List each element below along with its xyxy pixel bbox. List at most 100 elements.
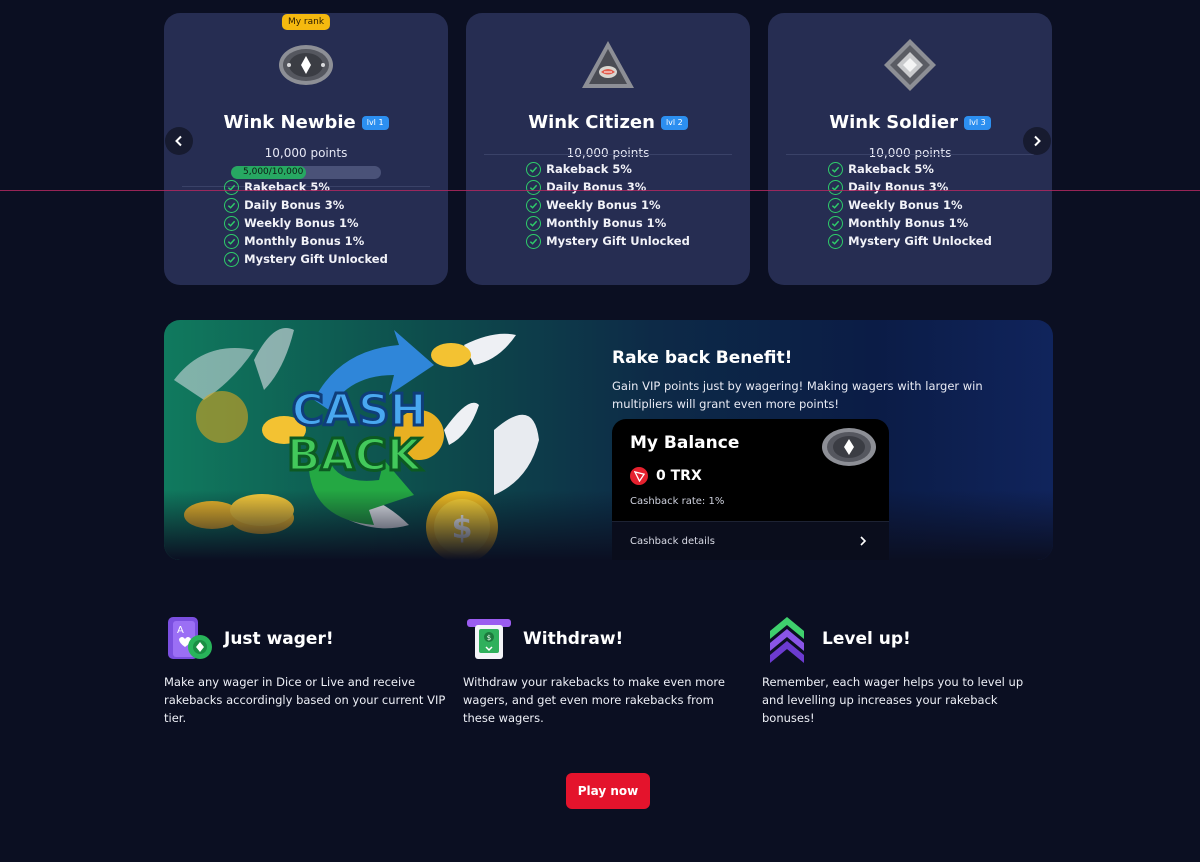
step-text: Withdraw your rakebacks to make even mor…: [463, 675, 725, 725]
carousel-next-button[interactable]: [1023, 127, 1051, 155]
my-rank-tag: My rank: [281, 14, 331, 30]
benefit-label: Monthly Bonus 1%: [244, 234, 365, 248]
tier-card-citizen: Wink Citizen lvl 2 10,000 points Rakebac…: [466, 13, 750, 285]
benefit-label: Rakeback 5%: [546, 162, 632, 176]
progress-text: 5,000/10,000: [243, 167, 304, 177]
benefit-item: Rakeback 5%: [526, 161, 690, 177]
step-level-up: Level up! Remember, each wager helps you…: [762, 615, 1052, 727]
benefit-item: Mystery Gift Unlocked: [828, 233, 992, 249]
tier-name: Wink Soldier: [829, 112, 958, 133]
benefit-item: Daily Bonus 3%: [828, 179, 992, 195]
level-badge: lvl 3: [963, 115, 991, 130]
newbie-emblem-icon: [822, 428, 876, 466]
benefit-label: Weekly Bonus 1%: [546, 198, 661, 212]
newbie-emblem-icon: [279, 45, 333, 85]
benefit-label: Weekly Bonus 1%: [848, 198, 963, 212]
benefit-label: Mystery Gift Unlocked: [546, 234, 690, 248]
check-circle-icon: [224, 215, 240, 231]
benefit-item: Weekly Bonus 1%: [828, 197, 992, 213]
benefit-item: Daily Bonus 3%: [224, 197, 388, 213]
tier-card-soldier: Wink Soldier lvl 3 10,000 points Rakebac…: [768, 13, 1052, 285]
tier-points: 10,000 points: [264, 146, 348, 160]
soldier-emblem-icon: [884, 39, 936, 91]
check-circle-icon: [224, 251, 240, 267]
check-circle-icon: [828, 161, 844, 177]
cards-chip-icon: A: [168, 617, 212, 659]
tron-trx-icon: [630, 467, 648, 485]
rakeback-title: Rake back Benefit!: [612, 348, 793, 368]
benefit-label: Daily Bonus 3%: [244, 198, 345, 212]
benefit-list: Rakeback 5% Daily Bonus 3% Weekly Bonus …: [466, 161, 750, 249]
benefit-item: Rakeback 5%: [828, 161, 992, 177]
step-title: Just wager!: [224, 629, 334, 649]
benefit-list: Rakeback 5% Daily Bonus 3% Weekly Bonus …: [768, 161, 1052, 249]
check-circle-icon: [526, 197, 542, 213]
atm-withdraw-icon: $: [467, 619, 511, 659]
check-circle-icon: [526, 161, 542, 177]
progress-bar: 5,000/10,000: [231, 166, 381, 179]
check-circle-icon: [526, 233, 542, 249]
balance-title: My Balance: [630, 433, 740, 453]
benefit-item: Mystery Gift Unlocked: [526, 233, 690, 249]
rakeback-banner: $ CASH BACK Rake back Benefit! Gain VIP …: [164, 320, 1053, 560]
check-circle-icon: [828, 215, 844, 231]
benefit-label: Rakeback 5%: [244, 180, 330, 194]
tier-card-newbie: My rank Wink Newbie lvl 1 10,000 points …: [164, 13, 448, 285]
tier-divider: [786, 154, 1034, 155]
balance-amount: 0 TRX: [656, 468, 702, 484]
check-circle-icon: [224, 179, 240, 195]
benefit-label: Daily Bonus 3%: [546, 180, 647, 194]
svg-text:$: $: [487, 634, 491, 642]
check-circle-icon: [828, 197, 844, 213]
benefit-label: Mystery Gift Unlocked: [848, 234, 992, 248]
tier-name: Wink Newbie: [223, 112, 356, 133]
svg-text:BACK: BACK: [287, 430, 423, 481]
benefit-label: Weekly Bonus 1%: [244, 216, 359, 230]
tier-name: Wink Citizen: [528, 112, 655, 133]
benefit-label: Monthly Bonus 1%: [546, 216, 667, 230]
check-circle-icon: [828, 179, 844, 195]
balance-card: My Balance 0 TRX Cashback rate: 1% Cashb…: [612, 419, 889, 560]
rakeback-description: Gain VIP points just by wagering! Making…: [612, 379, 983, 411]
cashback-details-label: Cashback details: [630, 535, 715, 547]
level-badge: lvl 1: [361, 115, 389, 130]
benefit-item: Daily Bonus 3%: [526, 179, 690, 195]
step-withdraw: $ Withdraw! Withdraw your rakebacks to m…: [463, 615, 753, 727]
benefit-item: Weekly Bonus 1%: [224, 215, 388, 231]
step-text: Make any wager in Dice or Live and recei…: [164, 675, 446, 725]
citizen-emblem-icon: [582, 41, 634, 88]
benefit-item: Monthly Bonus 1%: [526, 215, 690, 231]
chevron-right-icon: [860, 536, 867, 546]
tier-points: 10,000 points: [868, 146, 952, 160]
level-up-chevrons-icon: [770, 617, 804, 663]
benefit-item: Monthly Bonus 1%: [224, 233, 388, 249]
svg-text:A: A: [177, 625, 184, 636]
guide-line: [0, 190, 1200, 191]
check-circle-icon: [224, 233, 240, 249]
benefit-item: Weekly Bonus 1%: [526, 197, 690, 213]
tier-points: 10,000 points: [566, 146, 650, 160]
check-circle-icon: [526, 179, 542, 195]
benefit-item: Rakeback 5%: [224, 179, 388, 195]
benefit-label: Daily Bonus 3%: [848, 180, 949, 194]
step-title: Withdraw!: [523, 629, 624, 649]
banner-fade: [164, 490, 1053, 560]
carousel-prev-button[interactable]: [165, 127, 193, 155]
cashback-rate: Cashback rate: 1%: [630, 496, 725, 507]
step-text: Remember, each wager helps you to level …: [762, 675, 1024, 725]
chevron-left-icon: [175, 135, 182, 147]
step-just-wager: A Just wager! Make any wager in Dice or …: [164, 615, 454, 727]
chevron-right-icon: [1034, 135, 1041, 147]
step-title: Level up!: [822, 629, 911, 649]
svg-text:CASH: CASH: [292, 385, 427, 436]
level-badge: lvl 2: [660, 115, 688, 130]
benefit-label: Rakeback 5%: [848, 162, 934, 176]
benefit-label: Mystery Gift Unlocked: [244, 252, 388, 266]
benefit-item: Monthly Bonus 1%: [828, 215, 992, 231]
play-now-button[interactable]: Play now: [566, 773, 650, 809]
benefit-label: Monthly Bonus 1%: [848, 216, 969, 230]
cashback-details-link[interactable]: Cashback details: [612, 522, 889, 560]
check-circle-icon: [828, 233, 844, 249]
check-circle-icon: [224, 197, 240, 213]
tier-divider: [484, 154, 732, 155]
